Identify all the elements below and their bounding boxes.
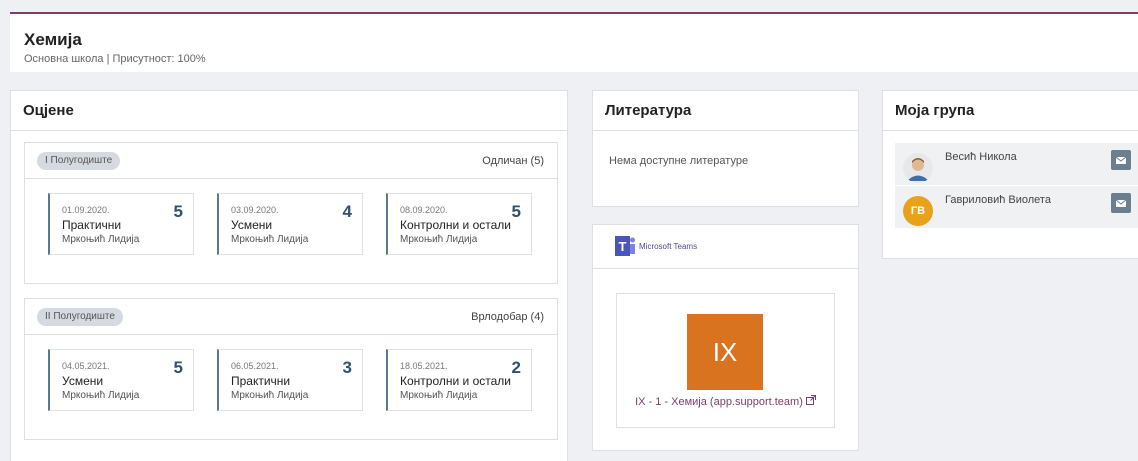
grade-date: 01.09.2020. xyxy=(62,205,110,215)
grade-value: 3 xyxy=(342,358,352,377)
teams-brand: Microsoft Teams xyxy=(639,242,698,251)
grade-type: Контролни и остали xyxy=(400,374,511,388)
grade-date: 03.09.2020. xyxy=(231,205,279,215)
team-tile-card[interactable]: IX IX - 1 - Хемија (app.support.team) xyxy=(616,293,835,428)
literature-title: Литература xyxy=(593,91,858,131)
group-card: Моја група Весић Никола ГВ Гавриловић Ви… xyxy=(882,90,1138,259)
semester-header: II Полугодиште Врлодобар (4) xyxy=(25,299,557,335)
team-link[interactable]: IX - 1 - Хемија (app.support.team) xyxy=(635,396,803,408)
external-link-icon xyxy=(805,395,816,405)
grade-card[interactable]: 06.05.2021. Практични Мркоњић Лидија 3 xyxy=(217,349,363,411)
grade-date: 18.05.2021. xyxy=(400,361,448,371)
grade-teacher: Мркоњић Лидија xyxy=(400,390,478,401)
user-photo-icon xyxy=(903,153,933,183)
semester-badge: I Полугодиште xyxy=(37,152,121,170)
page-title: Хемија xyxy=(24,30,82,49)
semester-2: II Полугодиште Врлодобар (4) 04.05.2021.… xyxy=(24,298,558,440)
grade-type: Практични xyxy=(62,218,122,232)
grades-title: Оцјене xyxy=(11,91,567,131)
literature-empty-text: Нема доступне литературе xyxy=(609,155,749,167)
grade-value: 5 xyxy=(511,202,521,221)
grade-type: Контролни и остали xyxy=(400,218,511,232)
literature-card: Литература Нема доступне литературе xyxy=(592,90,859,207)
teams-card: T Microsoft Teams IX IX - 1 - Хемија (ap… xyxy=(592,224,859,451)
team-link-row[interactable]: IX - 1 - Хемија (app.support.team) xyxy=(617,395,834,408)
teams-logo-icon: T xyxy=(615,236,635,256)
envelope-icon[interactable] xyxy=(1111,193,1131,213)
team-tile[interactable]: IX xyxy=(687,314,763,390)
semester-final-grade: Врлодобар (4) xyxy=(471,311,544,323)
member-name: Гавриловић Виолета xyxy=(945,194,1051,206)
grade-type: Усмени xyxy=(62,374,104,388)
grade-date: 06.05.2021. xyxy=(231,361,279,371)
group-title: Моја група xyxy=(883,91,1138,131)
grade-date: 08.09.2020. xyxy=(400,205,448,215)
grade-value: 5 xyxy=(173,358,183,377)
grades-card: Оцјене I Полугодиште Одличан (5) 01.09.2… xyxy=(10,90,568,461)
grade-type: Практични xyxy=(231,374,291,388)
grade-card[interactable]: 03.09.2020. Усмени Мркоњић Лидија 4 xyxy=(217,193,363,255)
svg-text:T: T xyxy=(619,239,627,254)
grade-card[interactable]: 18.05.2021. Контролни и остали Мркоњић Л… xyxy=(386,349,532,411)
grade-teacher: Мркоњић Лидија xyxy=(62,234,140,245)
member-name: Весић Никола xyxy=(945,151,1017,163)
grade-teacher: Мркоњић Лидија xyxy=(231,234,309,245)
semester-header: I Полугодиште Одличан (5) xyxy=(25,143,557,179)
grade-type: Усмени xyxy=(231,218,273,232)
grade-teacher: Мркоњић Лидија xyxy=(231,390,309,401)
grade-value: 4 xyxy=(342,202,352,221)
grade-teacher: Мркоњић Лидија xyxy=(62,390,140,401)
grade-date: 04.05.2021. xyxy=(62,361,110,371)
grade-card[interactable]: 04.05.2021. Усмени Мркоњић Лидија 5 xyxy=(48,349,194,411)
grade-card[interactable]: 08.09.2020. Контролни и остали Мркоњић Л… xyxy=(386,193,532,255)
grade-value: 5 xyxy=(173,202,183,221)
grade-card[interactable]: 01.09.2020. Практични Мркоњић Лидија 5 xyxy=(48,193,194,255)
envelope-icon[interactable] xyxy=(1111,150,1131,170)
semester-final-grade: Одличан (5) xyxy=(482,155,544,167)
semester-1: I Полугодиште Одличан (5) 01.09.2020. Пр… xyxy=(24,142,558,284)
grade-teacher: Мркоњић Лидија xyxy=(400,234,478,245)
grade-value: 2 xyxy=(511,358,521,377)
member-initials-avatar: ГВ xyxy=(903,196,933,226)
page-subtitle: Основна школа | Присутност: 100% xyxy=(24,53,206,65)
semester-badge: II Полугодиште xyxy=(37,308,123,326)
group-member: Весић Никола xyxy=(895,143,1138,185)
group-member: ГВ Гавриловић Виолета xyxy=(895,186,1138,228)
subject-header: Хемија Основна школа | Присутност: 100% xyxy=(10,12,1138,72)
teams-header: T Microsoft Teams xyxy=(593,225,858,269)
